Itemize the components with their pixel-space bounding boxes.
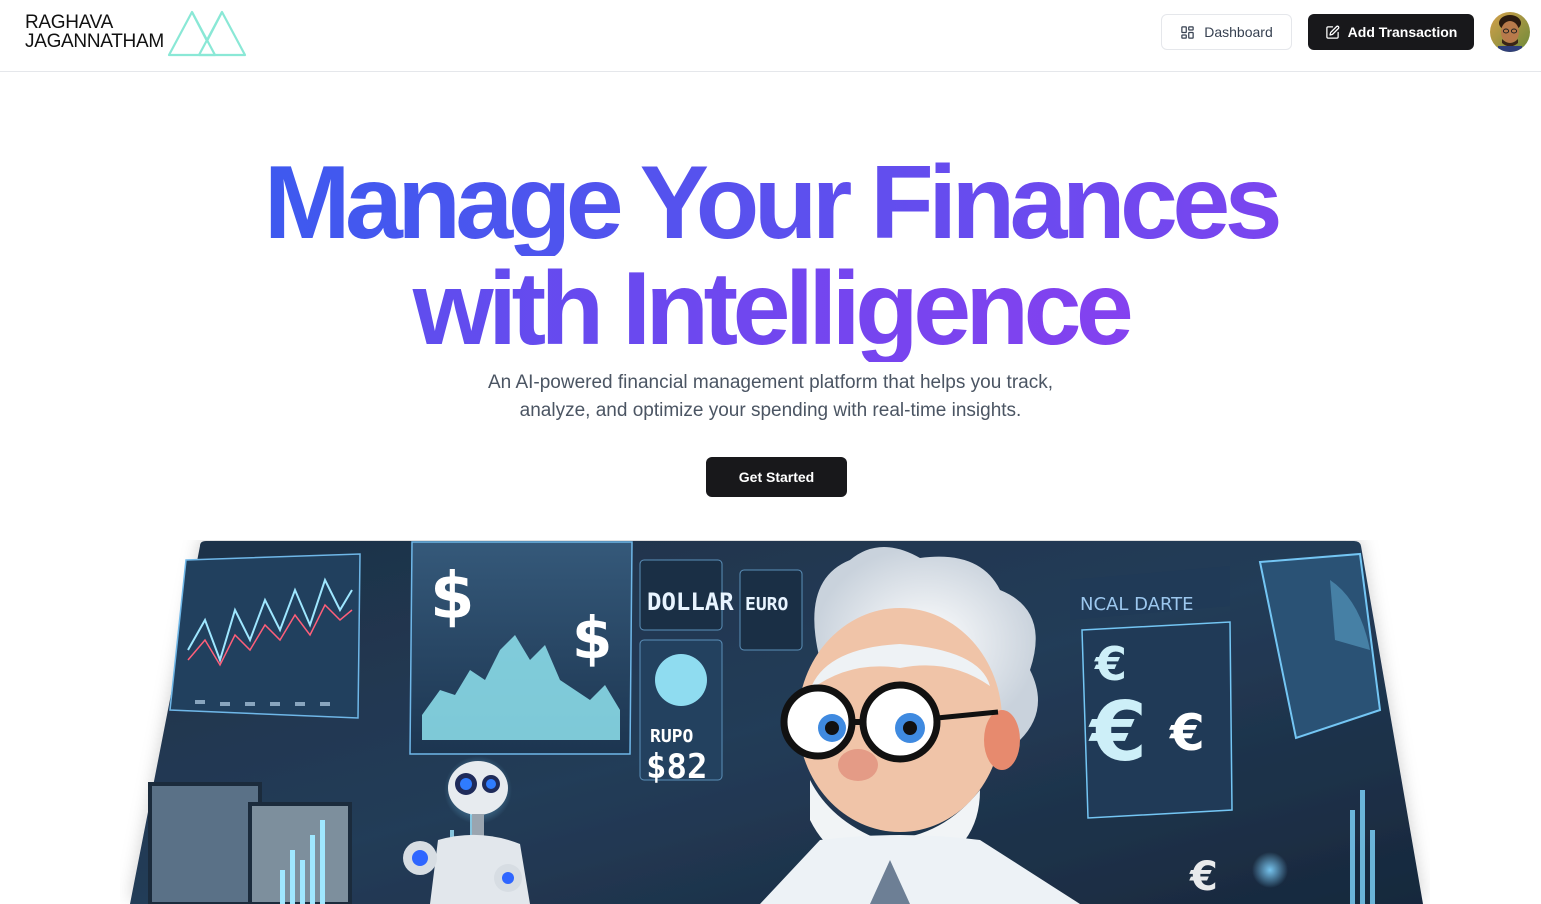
dashboard-label: Dashboard [1204,24,1273,40]
brand-name-line1: RAGHAVA [25,12,113,33]
svg-text:€: € [1169,704,1205,762]
headline-line-1: Manage Your Finances [0,150,1541,256]
add-transaction-button[interactable]: Add Transaction [1308,14,1474,50]
mountain-logo-icon [167,10,246,57]
get-started-button[interactable]: Get Started [706,457,847,497]
sign-price: $82 [646,747,707,787]
subtitle-line-1: An AI-powered financial management platf… [487,372,1054,393]
hero-illustration: $ $ DOLLAR EURO RUPO $82 NCAL DARTE € € … [120,540,1430,904]
subtitle-line-2: analyze, and optimize your spending with… [519,400,1022,421]
add-transaction-label: Add Transaction [1347,24,1458,40]
svg-text:€: € [1094,637,1127,691]
sign-euro: EURO [745,594,789,615]
header-actions: Dashboard Add Transaction [1161,12,1530,52]
brand-name-line2: JAGANNATHAM [25,31,164,52]
user-avatar[interactable] [1490,12,1530,52]
get-started-label: Get Started [738,469,815,485]
pen-square-icon [1325,25,1340,40]
dollar-chart-panel: $ $ [409,541,633,755]
dashboard-button[interactable]: Dashboard [1161,14,1292,50]
hero-headline: Manage Your Finances with Intelligence [0,150,1541,362]
sign-rupo: RUPO [650,726,694,747]
headline-line-2: with Intelligence [0,256,1541,362]
stock-chart-panel [169,553,361,719]
svg-text:$: $ [572,604,612,672]
sign-ncal-darte: NCAL DARTE [1080,594,1194,615]
hero-subtitle: An AI-powered financial management platf… [0,369,1541,425]
svg-text:€: € [1088,685,1147,780]
site-header: RAGHAVA JAGANNATHAM Dashboard Add Transa… [0,0,1541,72]
brand-logo[interactable]: RAGHAVA JAGANNATHAM [25,6,248,58]
svg-text:$: $ [430,560,475,634]
svg-text:€: € [1189,854,1218,900]
brand-name: RAGHAVA JAGANNATHAM [25,13,164,51]
layout-dashboard-icon [1180,25,1195,40]
sign-dollar: DOLLAR [647,588,734,616]
